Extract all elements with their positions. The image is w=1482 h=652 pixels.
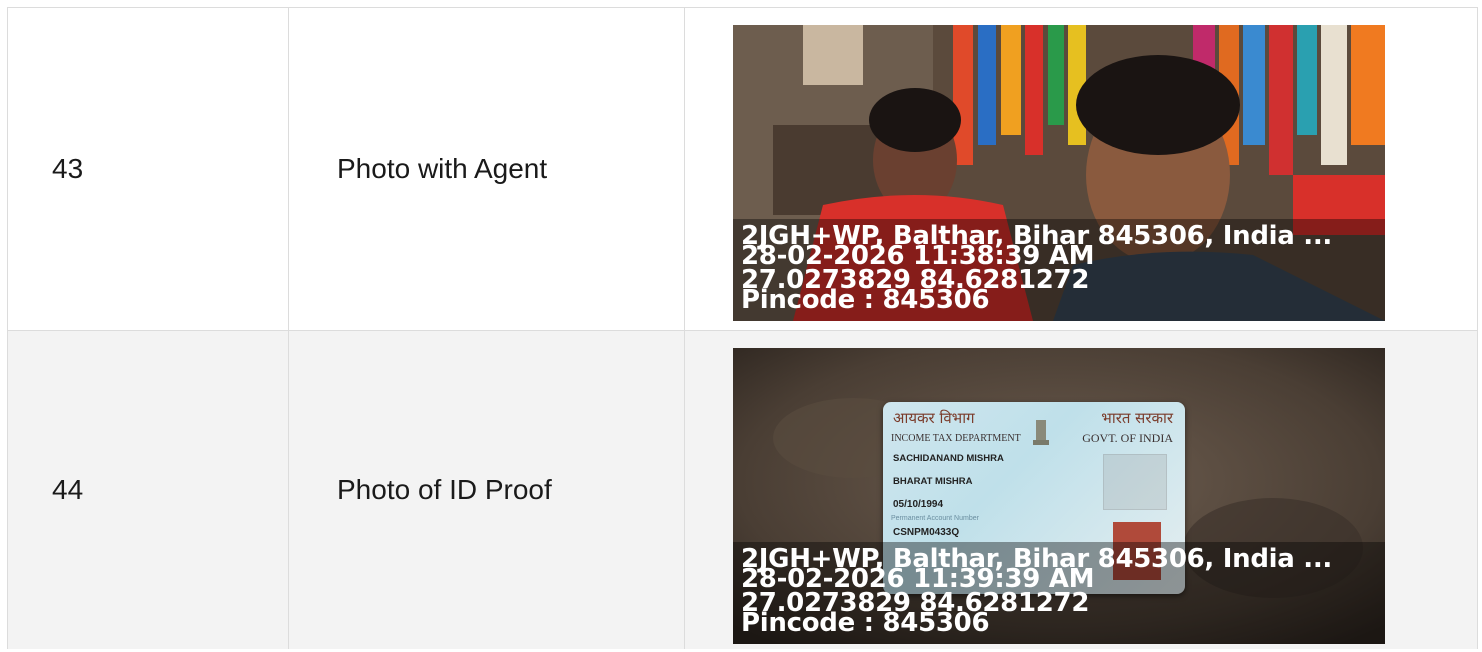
row-label: Photo of ID Proof xyxy=(337,474,552,505)
card-hindi-dept: आयकर विभाग xyxy=(893,409,975,427)
row-number-cell: 43 xyxy=(7,7,289,331)
row-photo-cell: आयकर विभाग भारत सरकार INCOME TAX DEPARTM… xyxy=(684,330,1478,649)
card-dob: 05/10/1994 xyxy=(893,499,944,510)
card-pan-label: Permanent Account Number xyxy=(891,515,979,522)
row-label: Photo with Agent xyxy=(337,153,548,184)
stamp-pincode: Pincode : 845306 xyxy=(741,608,990,638)
card-govt-name: GOVT. OF INDIA xyxy=(1082,431,1173,445)
card-pan-number: CSNPM0433Q xyxy=(893,527,960,538)
agent-selfie-photo[interactable]: 2JGH+WP, Balthar, Bihar 845306, India ..… xyxy=(733,25,1385,321)
row-label-cell: Photo of ID Proof xyxy=(288,330,685,649)
table-row: 43 Photo with Agent 2JGH+WP, Balthar, Bi… xyxy=(7,7,1478,331)
geo-stamp-overlay: 2JGH+WP, Balthar, Bihar 845306, India ..… xyxy=(733,542,1385,644)
row-number: 43 xyxy=(52,153,84,184)
card-father-name: BHARAT MISHRA xyxy=(893,476,973,487)
report-table: 43 Photo with Agent 2JGH+WP, Balthar, Bi… xyxy=(7,7,1478,649)
card-dept-name: INCOME TAX DEPARTMENT xyxy=(891,433,1021,444)
card-hologram xyxy=(1103,454,1167,510)
geo-stamp-overlay: 2JGH+WP, Balthar, Bihar 845306, India ..… xyxy=(733,219,1385,321)
row-number: 44 xyxy=(52,474,84,505)
table-row: 44 Photo of ID Proof आयकर विभाग भारत सरक… xyxy=(7,330,1478,649)
national-emblem-icon xyxy=(1033,420,1049,445)
card-holder-name: SACHIDANAND MISHRA xyxy=(893,453,1004,464)
card-hindi-govt: भारत सरकार xyxy=(1101,409,1173,427)
row-photo-cell: 2JGH+WP, Balthar, Bihar 845306, India ..… xyxy=(684,7,1478,331)
row-label-cell: Photo with Agent xyxy=(288,7,685,331)
stamp-pincode: Pincode : 845306 xyxy=(741,285,990,315)
row-number-cell: 44 xyxy=(7,330,289,649)
id-proof-photo[interactable]: आयकर विभाग भारत सरकार INCOME TAX DEPARTM… xyxy=(733,348,1385,644)
